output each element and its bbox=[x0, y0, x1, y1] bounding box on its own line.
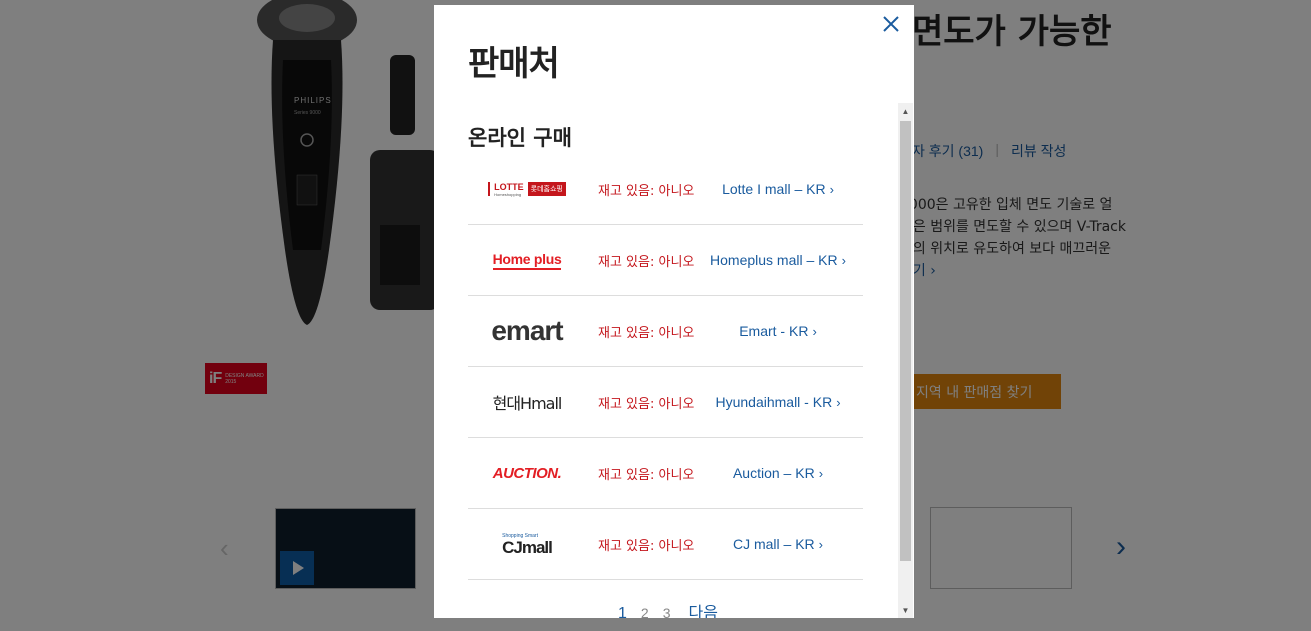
stock-status: 재고 있음: 아니오 bbox=[598, 538, 695, 554]
retailer-row: 현대Hmall 재고 있음: 아니오 Hyundaihmall - KR › bbox=[468, 367, 863, 438]
retailer-link-label[interactable]: Homeplus mall – KR bbox=[710, 252, 838, 268]
retailer-link-label[interactable]: CJ mall – KR bbox=[733, 536, 815, 552]
page-2[interactable]: 2 bbox=[641, 605, 649, 618]
hmall-logo-text: 현대Hmall bbox=[492, 394, 563, 413]
auction-logo-text: AUCTION. bbox=[492, 464, 562, 482]
retailer-link[interactable]: Auction – KR › bbox=[693, 465, 863, 481]
lotte-logo-small: Homeshopping bbox=[494, 191, 522, 197]
stock-status: 재고 있음: 아니오 bbox=[598, 254, 695, 270]
scrollbar-thumb[interactable] bbox=[900, 121, 911, 561]
page-3[interactable]: 3 bbox=[663, 605, 671, 618]
emart-logo-text: emart bbox=[491, 315, 563, 346]
retailer-logo-auction: AUCTION. bbox=[468, 465, 586, 482]
page-1[interactable]: 1 bbox=[618, 605, 627, 618]
retailer-link[interactable]: Lotte I mall – KR › bbox=[693, 181, 863, 197]
retailer-link-label[interactable]: Lotte I mall – KR bbox=[722, 181, 826, 197]
retailer-logo-homeplus: Home plus bbox=[468, 251, 586, 270]
retailer-link-label[interactable]: Auction – KR bbox=[733, 465, 815, 481]
lotte-logo-text: LOTTE bbox=[494, 181, 524, 192]
retailer-link[interactable]: Hyundaihmall - KR › bbox=[693, 394, 863, 410]
lotte-logo-sub: 롯데홈쇼핑 bbox=[527, 182, 566, 196]
retailer-row: AUCTION. 재고 있음: 아니오 Auction – KR › bbox=[468, 438, 863, 509]
chevron-right-icon: › bbox=[836, 395, 841, 410]
retailer-link[interactable]: Emart - KR › bbox=[693, 323, 863, 339]
stock-status: 재고 있음: 아니오 bbox=[598, 396, 695, 412]
chevron-right-icon: › bbox=[812, 324, 817, 339]
scroll-up-icon[interactable]: ▲ bbox=[898, 103, 913, 119]
retailer-logo-cjmall: Shopping Smart CJmall bbox=[468, 533, 586, 556]
homeplus-logo-text: Home plus bbox=[492, 251, 562, 270]
retailer-row: Home plus 재고 있음: 아니오 Homeplus mall – KR › bbox=[468, 225, 863, 296]
next-page-link[interactable]: 다음 bbox=[689, 599, 718, 618]
retailer-logo-hmall: 현대Hmall bbox=[468, 390, 586, 414]
section-title: 온라인 구매 bbox=[468, 126, 572, 150]
stock-status: 재고 있음: 아니오 bbox=[598, 467, 695, 483]
chevron-right-icon: › bbox=[818, 466, 824, 481]
chevron-right-icon: › bbox=[829, 182, 834, 197]
retailer-list: LOTTE Homeshopping 롯데홈쇼핑 재고 있음: 아니오 Lott… bbox=[468, 154, 863, 580]
retailer-row: LOTTE Homeshopping 롯데홈쇼핑 재고 있음: 아니오 Lott… bbox=[468, 154, 863, 225]
stock-status: 재고 있음: 아니오 bbox=[598, 183, 695, 199]
retailer-logo-emart: emart bbox=[468, 315, 586, 347]
scroll-down-icon[interactable]: ▼ bbox=[898, 602, 913, 618]
stock-status: 재고 있음: 아니오 bbox=[598, 325, 695, 341]
retailers-modal: 판매처 온라인 구매 LOTTE Homeshopping 롯데홈쇼핑 재고 있… bbox=[434, 5, 914, 618]
retailer-link[interactable]: Homeplus mall – KR › bbox=[693, 252, 863, 268]
close-icon[interactable] bbox=[881, 14, 901, 34]
retailer-row: emart 재고 있음: 아니오 Emart - KR › bbox=[468, 296, 863, 367]
modal-title: 판매처 bbox=[468, 44, 560, 84]
chevron-right-icon: › bbox=[841, 253, 846, 268]
retailer-link-label[interactable]: Hyundaihmall - KR bbox=[715, 394, 832, 410]
retailer-logo-lotte: LOTTE Homeshopping 롯데홈쇼핑 bbox=[468, 181, 586, 197]
retailer-row: Shopping Smart CJmall 재고 있음: 아니오 CJ mall… bbox=[468, 509, 863, 580]
cjmall-logo-text: CJmall bbox=[502, 537, 553, 557]
retailer-link-label[interactable]: Emart - KR bbox=[739, 323, 808, 339]
retailer-link[interactable]: CJ mall – KR › bbox=[693, 536, 863, 552]
retailers-scroll-area[interactable]: 온라인 구매 LOTTE Homeshopping 롯데홈쇼핑 재고 있음: 아… bbox=[434, 103, 914, 618]
pagination: 1 2 3 다음 bbox=[618, 599, 718, 618]
chevron-right-icon: › bbox=[818, 537, 824, 552]
scrollbar[interactable]: ▲ ▼ bbox=[898, 103, 913, 618]
